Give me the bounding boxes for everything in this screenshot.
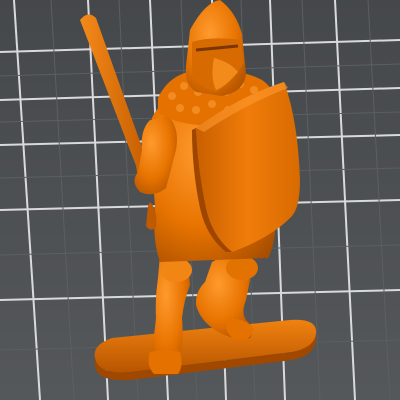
model-right-knee <box>226 256 258 280</box>
model-left-foot <box>148 350 182 374</box>
3d-viewport[interactable] <box>0 0 400 400</box>
viewport-canvas[interactable] <box>0 0 400 400</box>
